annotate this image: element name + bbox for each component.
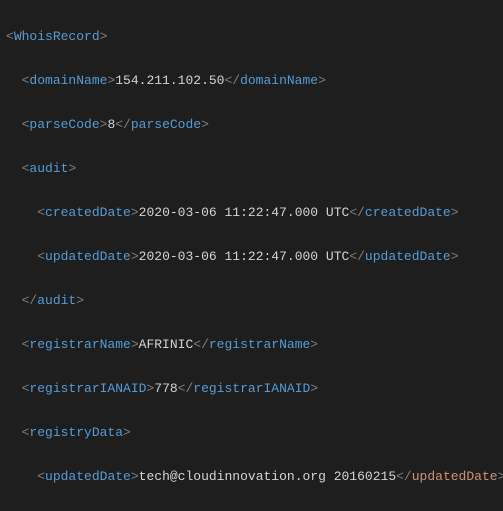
code-line: <updatedDate>tech@cloudinnovation.org 20… [6, 466, 503, 488]
code-line: <audit> [6, 158, 503, 180]
code-line: <domainName>154.211.102.50</domainName> [6, 70, 503, 92]
code-line: <registryData> [6, 422, 503, 444]
code-line: <registrarIANAID>778</registrarIANAID> [6, 378, 503, 400]
code-line: </audit> [6, 290, 503, 312]
code-line: <createdDate>2020-03-06 11:22:47.000 UTC… [6, 202, 503, 224]
code-line: <WhoisRecord> [6, 26, 503, 48]
code-line: <parseCode>8</parseCode> [6, 114, 503, 136]
code-line: <registrarName>AFRINIC</registrarName> [6, 334, 503, 356]
code-line: <updatedDate>2020-03-06 11:22:47.000 UTC… [6, 246, 503, 268]
xml-code-block: <WhoisRecord> <domainName>154.211.102.50… [0, 0, 503, 511]
